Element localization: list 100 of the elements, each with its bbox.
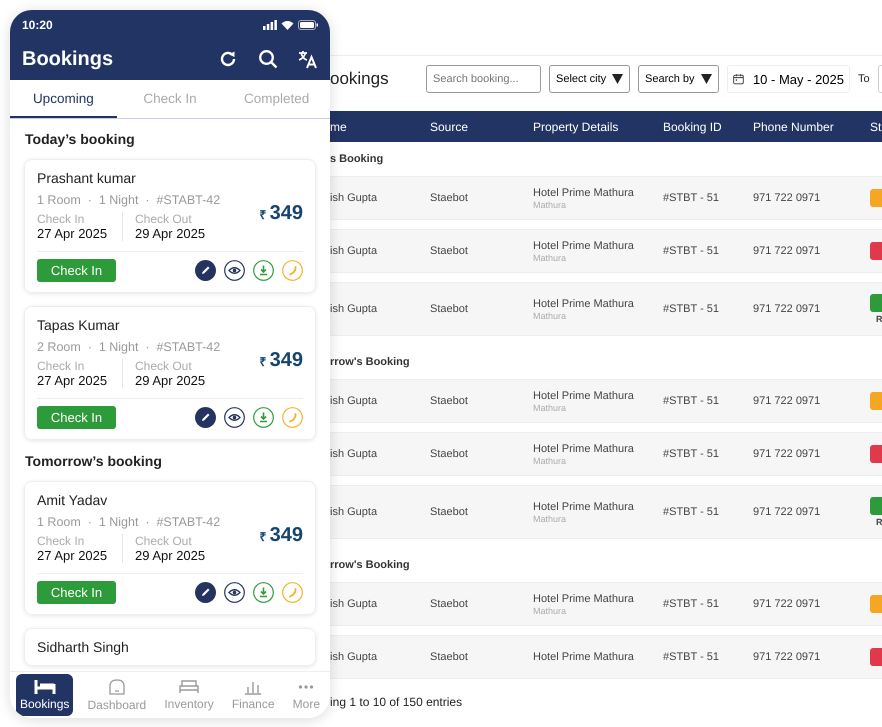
guest-name: Tapas Kumar	[37, 317, 120, 333]
table-cell-text: #STBT - 51	[663, 598, 720, 610]
download-icon[interactable]	[253, 407, 274, 428]
table-cell-text: #STBT - 51	[663, 303, 720, 315]
property-name: Hotel Prime Mathura	[533, 500, 635, 512]
group-title: rrow's Booking	[330, 558, 411, 573]
date-value: 27 Apr 2025	[37, 548, 108, 563]
nav-item[interactable]: Dashboard	[84, 674, 150, 716]
column-header: Phone Number	[753, 120, 835, 134]
signal-icon	[263, 20, 277, 30]
nav-item[interactable]: Inventory	[160, 674, 218, 716]
table-cell-text: 971 722 0971	[753, 245, 822, 257]
property-name: Hotel Prime Mathura	[533, 390, 635, 402]
date-value: 29 Apr 2025	[135, 373, 206, 388]
section-title: Tomorrow’s booking	[25, 453, 163, 469]
view-icon[interactable]	[224, 260, 245, 281]
date-field[interactable]: 10 - May - 2025	[727, 65, 850, 93]
battery-icon	[298, 20, 318, 30]
property-city: Mathura	[533, 514, 568, 524]
booking-meta: 1 Room · 1 Night · #STABT-42	[37, 515, 222, 529]
table-cell-text: Staebot	[430, 245, 469, 257]
screen-title: Bookings	[22, 48, 114, 70]
view-icon[interactable]	[224, 407, 245, 428]
currency-symbol: ₹	[260, 354, 267, 370]
date-label: Check In	[37, 534, 86, 548]
column-header: St	[870, 120, 882, 134]
date-label: Check Out	[135, 212, 193, 226]
edit-icon[interactable]	[195, 260, 216, 281]
table-cell-text: Staebot	[430, 448, 469, 460]
table-cell-text: 971 722 0971	[753, 598, 822, 610]
nav-item[interactable]: More	[288, 674, 324, 716]
calendar-icon	[733, 71, 744, 87]
currency-symbol: ₹	[260, 207, 267, 223]
column-header: Property Details	[533, 120, 620, 134]
table-cell-text: 971 722 0971	[753, 303, 822, 315]
booking-meta: 1 Room · 1 Night · #STABT-42	[37, 193, 222, 207]
date-value: 29 Apr 2025	[135, 226, 206, 241]
wifi-icon	[281, 20, 294, 30]
table-cell-text: 971 722 0971	[753, 395, 822, 407]
guest-name: Amit Yadav	[37, 492, 108, 508]
caret-icon	[701, 74, 712, 84]
table-cell-text: Staebot	[430, 506, 469, 518]
group-title: rrow's Booking	[330, 355, 411, 370]
nav-item[interactable]: Finance	[228, 674, 279, 716]
property-city: Mathura	[533, 200, 568, 210]
search-icon[interactable]	[258, 49, 278, 69]
price-amount: 349	[270, 202, 303, 225]
refresh-icon[interactable]	[218, 49, 238, 69]
table-cell-text: #STBT - 51	[663, 395, 720, 407]
table-cell-text: ish Gupta	[330, 395, 378, 407]
group-title: s Booking	[330, 152, 384, 167]
date-label: Check Out	[135, 534, 193, 548]
table-cell-text: 971 722 0971	[753, 448, 822, 460]
table-cell-text: ish Gupta	[330, 192, 378, 204]
table-cell-text: ish Gupta	[330, 303, 378, 315]
tab[interactable]: Upcoming	[10, 80, 117, 118]
property-name: Hotel Prime Mathura	[533, 592, 635, 604]
check-in-button[interactable]: Check In	[37, 581, 116, 604]
bed-icon	[34, 679, 56, 695]
column-header: Source	[430, 120, 470, 134]
table-cell-text: Staebot	[430, 598, 469, 610]
property-city: Mathura	[533, 310, 568, 320]
table-cell-text: ish Gupta	[330, 651, 378, 663]
date-value: 27 Apr 2025	[37, 226, 108, 241]
download-icon[interactable]	[253, 260, 274, 281]
date-label: Check Out	[135, 359, 193, 373]
property-name: Hotel Prime Mathura	[533, 442, 635, 454]
search-by-dropdown[interactable]: Search by	[638, 65, 719, 93]
table-cell-text: ish Gupta	[330, 245, 378, 257]
download-icon[interactable]	[253, 582, 274, 603]
property-city: Mathura	[533, 402, 568, 412]
table-cell-text: #STBT - 51	[663, 448, 720, 460]
bar-chart-icon	[244, 679, 262, 695]
city-dropdown[interactable]: Select city	[549, 65, 630, 93]
check-in-button[interactable]: Check In	[37, 406, 116, 429]
currency-symbol: ₹	[260, 529, 267, 545]
search-field[interactable]: Search booking...	[426, 65, 541, 93]
guest-name: Prashant kumar	[37, 170, 137, 186]
price-amount: 349	[270, 524, 303, 547]
property-name: Hotel Prime Mathura	[533, 651, 635, 663]
property-city: Mathura	[533, 606, 568, 616]
check-in-button[interactable]: Check In	[37, 259, 116, 282]
table-cell-text: Staebot	[430, 651, 469, 663]
date-label: Check In	[37, 212, 86, 226]
to-label: To	[858, 73, 870, 85]
status-time: 10:20	[22, 18, 53, 32]
nav-item[interactable]: Bookings	[16, 674, 74, 716]
edit-icon[interactable]	[195, 582, 216, 603]
table-cell-text: 971 722 0971	[753, 506, 822, 518]
view-icon[interactable]	[224, 582, 245, 603]
page-title: ookings	[330, 69, 390, 89]
table-cell-text: #STBT - 51	[663, 506, 720, 518]
property-name: Hotel Prime Mathura	[533, 240, 635, 252]
table-cell-text: 971 722 0971	[753, 651, 822, 663]
edit-icon[interactable]	[195, 407, 216, 428]
table-cell-text: ish Gupta	[330, 598, 378, 610]
translate-icon[interactable]	[298, 49, 318, 69]
booking-meta: 2 Room · 1 Night · #STABT-42	[37, 340, 222, 354]
table-cell-text: 971 722 0971	[753, 192, 822, 204]
column-header: Booking ID	[663, 120, 723, 134]
